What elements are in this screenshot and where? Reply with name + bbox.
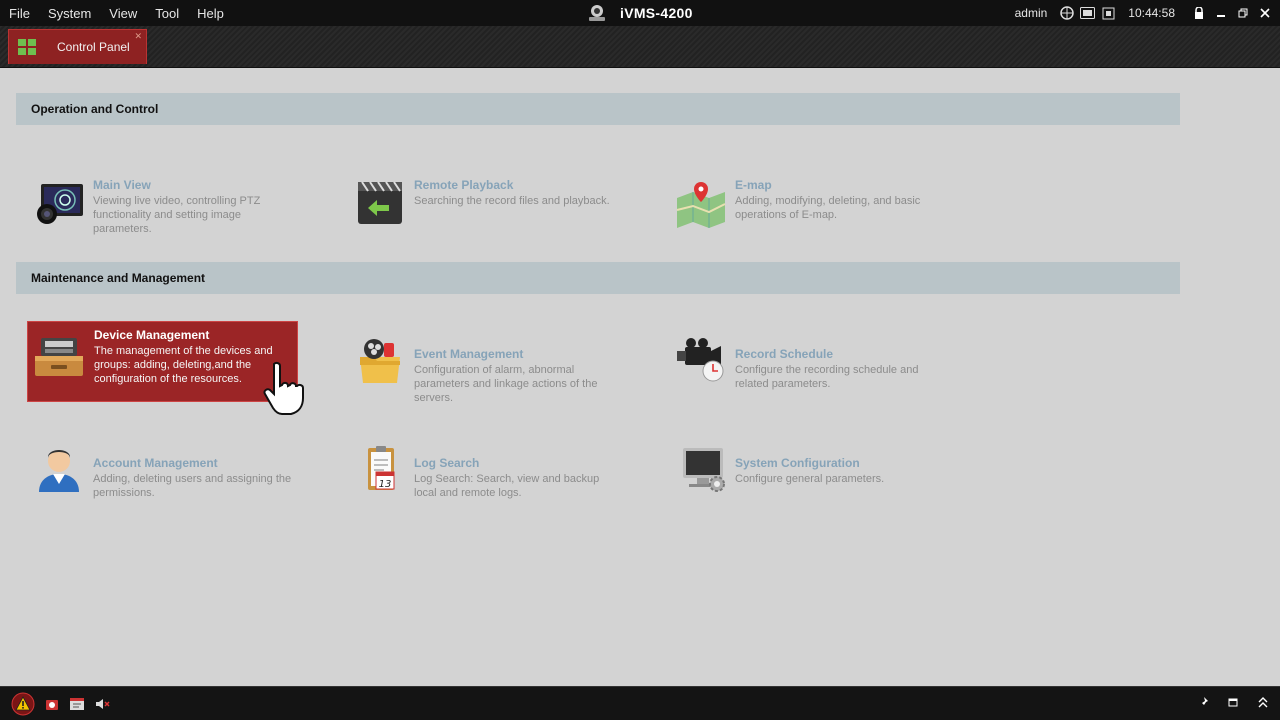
mute-icon[interactable] <box>94 696 110 712</box>
menu-help[interactable]: Help <box>197 6 224 21</box>
clock: 10:44:58 <box>1128 6 1175 20</box>
cpu-icon[interactable] <box>1101 6 1116 21</box>
app-title: iVMS-4200 <box>586 0 693 26</box>
minimize-icon[interactable] <box>1214 6 1228 20</box>
control-panel-content: Operation and Control Main View Viewing … <box>1 68 1279 686</box>
item-title: Device Management <box>94 328 210 342</box>
main-view-icon <box>37 184 83 224</box>
camera-logo-icon <box>589 5 605 21</box>
event-management-icon <box>360 339 400 383</box>
item-title: Main View <box>93 178 151 192</box>
log-search-icon: 13 <box>368 446 395 490</box>
section-operation-and-control: Operation and Control <box>16 93 1180 125</box>
menu-view[interactable]: View <box>109 6 137 21</box>
alarm-log-icon[interactable] <box>69 696 85 712</box>
collapse-icon[interactable] <box>1256 695 1270 709</box>
item-description: Viewing live video, controlling PTZ func… <box>93 195 261 235</box>
lock-icon[interactable] <box>1192 6 1206 20</box>
alarm-event-icon[interactable] <box>44 696 60 712</box>
pin-icon[interactable] <box>1196 695 1210 709</box>
item-title: Record Schedule <box>735 347 834 361</box>
item-description: Configuration of alarm, abnormal paramet… <box>414 364 598 404</box>
system-configuration-icon <box>683 448 725 492</box>
menu-bar: File System View Tool Help <box>9 0 242 26</box>
item-record-schedule[interactable]: Record Schedule Configure the recording … <box>669 338 949 423</box>
tab-bar: Control Panel ✕ <box>0 26 1280 68</box>
status-bar-right <box>1180 695 1270 709</box>
remote-playback-icon <box>358 181 402 224</box>
current-user: admin <box>1014 6 1048 20</box>
item-description: Adding, modifying, deleting, and basic o… <box>735 195 921 221</box>
alarm-warning-icon[interactable] <box>11 692 35 716</box>
svg-text:13: 13 <box>379 479 392 490</box>
menu-tool[interactable]: Tool <box>155 6 179 21</box>
item-description: Configure general parameters. <box>735 473 885 485</box>
item-description: Log Search: Search, view and backup loca… <box>414 473 600 499</box>
hdd-icon[interactable] <box>1080 6 1096 21</box>
menu-file[interactable]: File <box>9 6 30 21</box>
item-title: Event Management <box>414 347 524 361</box>
system-tray: admin 10:44:58 <box>1015 0 1272 26</box>
item-title: Log Search <box>414 456 480 470</box>
item-title: Remote Playback <box>414 178 514 192</box>
restore-icon[interactable] <box>1236 6 1250 20</box>
item-title: E-map <box>735 178 772 192</box>
record-schedule-icon <box>677 338 724 382</box>
item-title: Account Management <box>93 456 218 470</box>
emap-icon <box>676 182 726 228</box>
item-emap[interactable]: E-map Adding, modifying, deleting, and b… <box>669 172 949 254</box>
item-title: System Configuration <box>735 456 860 470</box>
item-device-management[interactable]: Device Management The management of the … <box>27 321 298 402</box>
item-event-management[interactable]: Event Management Configuration of alarm,… <box>348 339 628 423</box>
item-main-view[interactable]: Main View Viewing live video, controllin… <box>27 172 307 254</box>
close-icon[interactable] <box>1258 6 1272 20</box>
menu-system[interactable]: System <box>48 6 91 21</box>
item-description: Adding, deleting users and assigning the… <box>93 473 292 499</box>
status-bar <box>0 686 1280 720</box>
item-system-configuration[interactable]: System Configuration Configure general p… <box>669 448 949 532</box>
app-name: iVMS-4200 <box>620 5 693 21</box>
status-bar-left <box>11 692 119 716</box>
item-log-search[interactable]: 13 Log Search Log Search: Search, view a… <box>348 446 628 532</box>
window-icon[interactable] <box>1226 695 1240 709</box>
item-description: Searching the record files and playback. <box>414 195 610 207</box>
control-panel-icon <box>18 39 36 55</box>
tab-control-panel[interactable]: Control Panel ✕ <box>8 29 147 64</box>
network-icon[interactable] <box>1059 6 1074 21</box>
item-account-management[interactable]: Account Management Adding, deleting user… <box>27 450 307 532</box>
tab-close-icon[interactable]: ✕ <box>134 31 142 42</box>
title-bar: File System View Tool Help iVMS-4200 adm… <box>0 0 1280 26</box>
section-maintenance-and-management: Maintenance and Management <box>16 262 1180 294</box>
tab-label: Control Panel <box>57 40 130 54</box>
item-description: The management of the devices and groups… <box>94 345 273 385</box>
item-description: Configure the recording schedule and rel… <box>735 364 919 390</box>
item-remote-playback[interactable]: Remote Playback Searching the record fil… <box>348 172 628 254</box>
account-management-icon <box>39 450 79 492</box>
device-management-icon <box>35 338 83 376</box>
